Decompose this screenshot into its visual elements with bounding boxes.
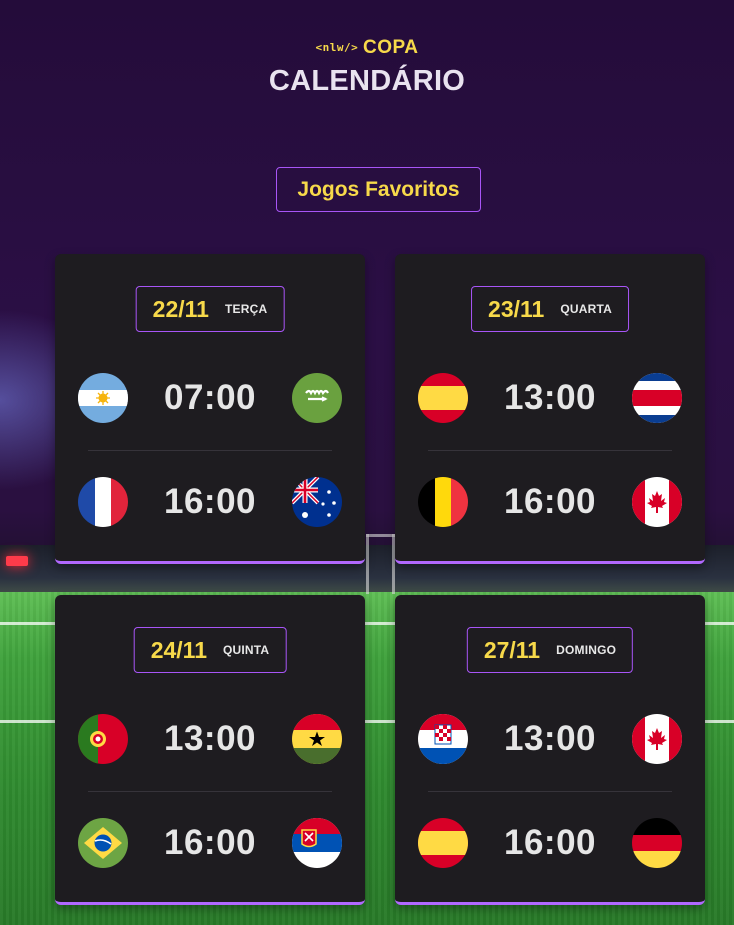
nlw-copa-logo: <nlw/> COPA xyxy=(0,36,734,61)
match-row: 13:00 xyxy=(418,372,682,424)
portugal-flag-icon xyxy=(78,714,128,764)
australia-flag-icon xyxy=(292,477,342,527)
match-time: 13:00 xyxy=(163,719,257,758)
match-date: 24/11 xyxy=(150,636,207,663)
match-time: 07:00 xyxy=(163,378,257,417)
match-weekday: QUARTA xyxy=(560,302,612,316)
spain-flag-icon xyxy=(418,373,468,423)
costa-rica-flag-icon xyxy=(632,373,682,423)
saudi-arabia-flag-icon xyxy=(292,373,342,423)
match-row: 16:00 xyxy=(78,817,342,869)
stadium-light-sign xyxy=(6,556,28,566)
date-badge: 27/11 DOMINGO xyxy=(466,627,634,673)
match-date: 27/11 xyxy=(483,636,541,663)
logo-text: COPA xyxy=(362,37,419,58)
match-divider xyxy=(428,791,672,792)
ghana-flag-icon xyxy=(292,714,342,764)
germany-flag-icon xyxy=(632,818,682,868)
serbia-flag-icon xyxy=(292,818,342,868)
match-row: 16:00 xyxy=(418,476,682,528)
date-badge: 23/11 QUARTA xyxy=(471,286,629,332)
match-time: 13:00 xyxy=(503,719,597,758)
match-date: 22/11 xyxy=(152,295,209,322)
match-divider xyxy=(88,450,332,451)
match-row: 16:00 xyxy=(78,476,342,528)
match-weekday: QUINTA xyxy=(222,643,270,657)
canada-flag-icon xyxy=(632,714,682,764)
match-date: 23/11 xyxy=(488,295,545,322)
match-divider xyxy=(428,450,672,451)
page-header: <nlw/> COPA CALENDÁRIO xyxy=(0,36,734,98)
match-weekday: DOMINGO xyxy=(556,643,617,657)
favorite-games-button[interactable]: Jogos Favoritos xyxy=(276,167,481,212)
match-time: 16:00 xyxy=(163,823,257,862)
match-time: 16:00 xyxy=(163,482,257,521)
match-day-card: 22/11 TERÇA 07:00 16:00 xyxy=(55,254,365,564)
page-title: CALENDÁRIO xyxy=(268,65,466,97)
brazil-flag-icon xyxy=(78,818,128,868)
match-weekday: TERÇA xyxy=(224,302,268,316)
belgium-flag-icon xyxy=(418,477,468,527)
match-row: 13:00 xyxy=(78,713,342,765)
match-day-card: 27/11 DOMINGO 13:00 16:00 xyxy=(395,595,705,905)
spain-flag-icon xyxy=(418,818,468,868)
canada-flag-icon xyxy=(632,477,682,527)
date-badge: 24/11 QUINTA xyxy=(133,627,287,673)
match-time: 13:00 xyxy=(503,378,597,417)
match-divider xyxy=(88,791,332,792)
match-time: 16:00 xyxy=(503,823,597,862)
date-badge: 22/11 TERÇA xyxy=(135,286,285,332)
match-day-card: 23/11 QUARTA 13:00 16:00 xyxy=(395,254,705,564)
match-row: 16:00 xyxy=(418,817,682,869)
match-day-card: 24/11 QUINTA 13:00 16:00 xyxy=(55,595,365,905)
goal-crossbar xyxy=(366,534,395,537)
argentina-flag-icon xyxy=(78,373,128,423)
croatia-flag-icon xyxy=(418,714,468,764)
logo-tag: <nlw/> xyxy=(315,41,359,54)
france-flag-icon xyxy=(78,477,128,527)
match-row: 13:00 xyxy=(418,713,682,765)
match-row: 07:00 xyxy=(78,372,342,424)
goal-post xyxy=(366,534,369,594)
match-time: 16:00 xyxy=(503,482,597,521)
